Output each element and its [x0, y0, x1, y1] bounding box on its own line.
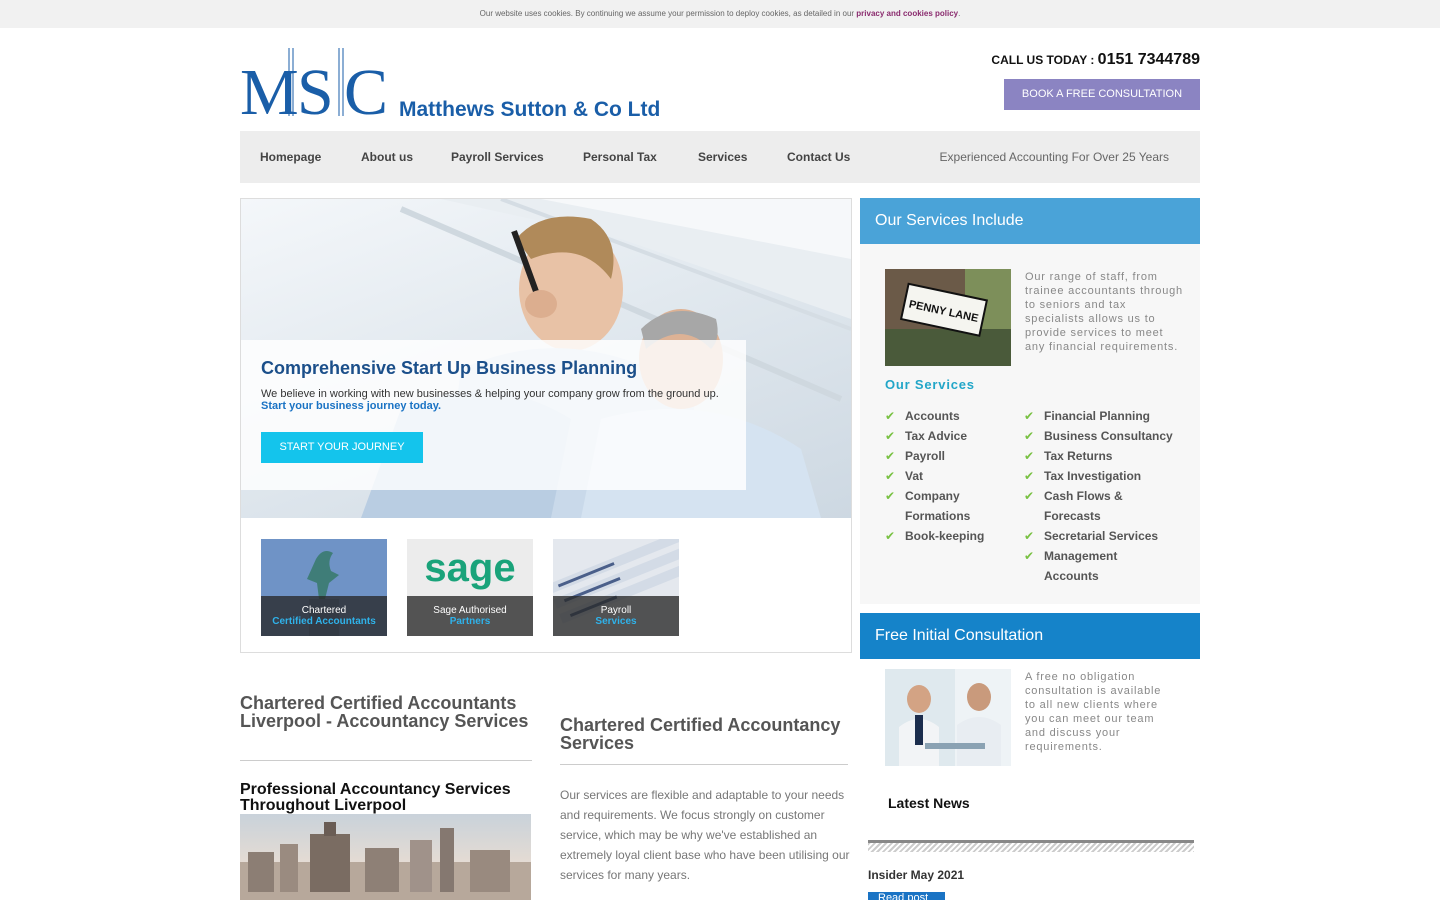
services-heading: Chartered Certified Accountancy Services — [560, 715, 841, 753]
start-journey-button[interactable]: START YOUR JOURNEY — [261, 432, 423, 463]
service-item[interactable]: ✔ Accounts — [885, 406, 1010, 426]
cookie-text: Our website uses cookies. By continuing … — [479, 9, 855, 18]
divider — [560, 764, 848, 765]
service-item[interactable]: ✔ Management Accounts — [1024, 546, 1134, 586]
book-consultation-button[interactable]: BOOK A FREE CONSULTATION — [1004, 79, 1200, 110]
nav-services[interactable]: Services — [698, 131, 747, 183]
company-name: Matthews Sutton & Co Ltd — [399, 98, 661, 121]
check-icon: ✔ — [1024, 549, 1035, 563]
call-us-label: CALL US TODAY : — [991, 53, 1098, 67]
nav-contact-us[interactable]: Contact Us — [787, 131, 850, 183]
thumb-label: Payroll — [600, 605, 632, 616]
check-icon: ✔ — [885, 469, 896, 483]
nav-payroll-services[interactable]: Payroll Services — [451, 131, 544, 183]
consultation-description: A free no obligation consultation is ava… — [1025, 671, 1162, 753]
check-icon: ✔ — [1024, 429, 1035, 443]
nav-about-us[interactable]: About us — [361, 131, 413, 183]
services-panel-title: Our Services Include — [860, 198, 1200, 244]
news-divider — [868, 840, 1194, 852]
latest-news-title: Latest News — [888, 795, 970, 811]
phone-number[interactable]: 0151 7344789 — [1098, 51, 1200, 68]
thumb-label: Chartered — [301, 605, 347, 616]
thumb-label: Sage Authorised — [433, 605, 507, 616]
service-item[interactable]: ✔ Financial Planning — [1024, 406, 1194, 426]
service-item[interactable]: ✔ Tax Advice — [885, 426, 1010, 446]
service-item[interactable]: ✔ Secretarial Services — [1024, 526, 1194, 546]
main-nav: Homepage About us Payroll Services Perso… — [240, 131, 1200, 183]
svg-text:S: S — [297, 56, 334, 118]
services-list-left: ✔ Accounts ✔ Tax Advice ✔ Payroll ✔ Vat ✔ Com… — [885, 406, 1010, 546]
check-icon: ✔ — [885, 489, 896, 503]
thumb-chartered-accountants[interactable]: Chartered Certified Accountants — [261, 539, 387, 636]
check-icon: ✔ — [1024, 449, 1035, 463]
msc-logo[interactable]: M S C — [240, 46, 392, 129]
check-icon: ✔ — [885, 409, 896, 423]
check-icon: ✔ — [1024, 469, 1035, 483]
svg-text:C: C — [344, 56, 388, 118]
service-item[interactable]: ✔ Company Formations — [885, 486, 985, 526]
services-list-title: Our Services — [885, 377, 975, 392]
hero-caption: Comprehensive Start Up Business Planning… — [241, 340, 746, 490]
liverpool-skyline-image — [240, 814, 531, 900]
check-icon: ✔ — [885, 529, 896, 543]
privacy-policy-link[interactable]: privacy and cookies policy — [856, 9, 958, 18]
thumb-label-highlight: Partners — [449, 616, 491, 627]
thumb-label-highlight: Services — [595, 616, 637, 627]
sage-logo-text: sage — [424, 546, 515, 590]
check-icon: ✔ — [1024, 409, 1035, 423]
services-intro-text: Our services are flexible and adaptable … — [560, 788, 850, 882]
nav-tagline: Experienced Accounting For Over 25 Years — [939, 150, 1169, 164]
read-post-button[interactable]: Read post — [868, 892, 945, 900]
service-item[interactable]: ✔ Book-keeping — [885, 526, 1010, 546]
hero-slider: Comprehensive Start Up Business Planning… — [240, 198, 852, 653]
hero-text: We believe in working with new businesse… — [261, 388, 719, 412]
news-item-title[interactable]: Insider May 2021 — [868, 868, 964, 882]
check-icon: ✔ — [885, 449, 896, 463]
hero-image: Comprehensive Start Up Business Planning… — [241, 199, 851, 518]
consultation-meeting-image — [885, 669, 1011, 766]
check-icon: ✔ — [1024, 489, 1035, 503]
services-list-right: ✔ Financial Planning ✔ Business Consultanc… — [1024, 406, 1194, 586]
divider — [240, 760, 532, 761]
nav-homepage[interactable]: Homepage — [260, 131, 321, 183]
service-item[interactable]: ✔ Payroll — [885, 446, 1010, 466]
cookie-bar: Our website uses cookies. By continuing … — [0, 0, 1440, 28]
services-panel: PENNY LANE Our range of staff, from trai… — [860, 244, 1200, 604]
check-icon: ✔ — [885, 429, 896, 443]
nav-personal-tax[interactable]: Personal Tax — [583, 131, 657, 183]
service-item[interactable]: ✔ Tax Returns — [1024, 446, 1194, 466]
penny-lane-image: PENNY LANE — [885, 269, 1011, 366]
service-item[interactable]: ✔ Business Consultancy — [1024, 426, 1194, 446]
thumb-label-highlight: Certified Accountants — [272, 616, 376, 627]
service-item[interactable]: ✔ Vat — [885, 466, 1010, 486]
service-item[interactable]: ✔ Cash Flows & Forecasts — [1024, 486, 1134, 526]
main-heading: Chartered Certified Accountants Liverpoo… — [240, 693, 529, 731]
hero-title: Comprehensive Start Up Business Planning — [261, 358, 638, 378]
thumb-payroll-services[interactable]: Payroll Services — [553, 539, 679, 636]
sub-heading: Professional Accountancy Services Throug… — [240, 781, 511, 814]
call-us-text: CALL US TODAY : 0151 7344789 — [991, 51, 1200, 69]
check-icon: ✔ — [1024, 529, 1035, 543]
thumb-sage-partners[interactable]: sage Sage Authorised Partners — [407, 539, 533, 636]
hero-link[interactable]: Start your business journey today. — [261, 400, 441, 412]
services-description: Our range of staff, from trainee account… — [1025, 271, 1183, 353]
svg-text:M: M — [240, 56, 299, 118]
service-item[interactable]: ✔ Tax Investigation — [1024, 466, 1194, 486]
consultation-panel-title: Free Initial Consultation — [860, 613, 1200, 659]
